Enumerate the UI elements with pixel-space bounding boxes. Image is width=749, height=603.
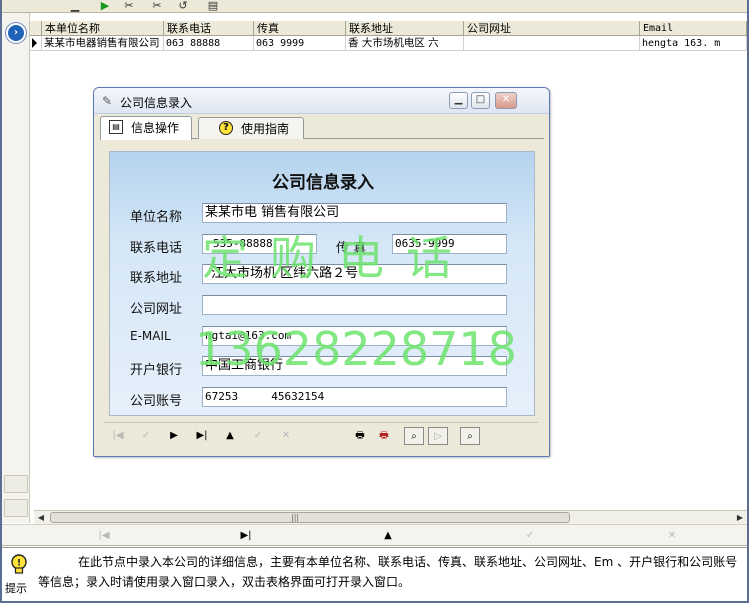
column-header-phone[interactable]: 联系电话 <box>164 21 254 36</box>
label-address: 联系地址 <box>130 271 183 286</box>
scroll-left-icon[interactable]: ◀ <box>34 512 48 524</box>
horizontal-scrollbar[interactable]: ◀ ||| ▶ <box>34 510 747 524</box>
watermark-phone-number: 13628228718 <box>195 322 517 376</box>
hint-bar: ! 提示 在此节点中录入本公司的详细信息，主要有本单位名称、联系电话、传真、联系… <box>2 547 747 601</box>
svg-text:!: ! <box>17 559 21 569</box>
website-field[interactable] <box>202 295 507 315</box>
column-header-email[interactable]: Email <box>640 21 747 36</box>
tab-user-guide[interactable]: ? 使用指南 <box>198 117 304 139</box>
row-pointer-icon <box>32 38 37 48</box>
cell-name[interactable]: 某某市电器销售有限公司 <box>42 36 164 51</box>
play-icon[interactable]: ▶ <box>98 0 112 12</box>
close-button[interactable]: ✕ <box>495 92 517 109</box>
last-record-icon[interactable]: ▶| <box>192 427 212 445</box>
hint-text: 在此节点中录入本公司的详细信息，主要有本单位名称、联系电话、传真、联系地址、公司… <box>38 555 738 589</box>
cell-website[interactable] <box>464 36 640 51</box>
play-icon[interactable]: ▷ <box>428 427 448 445</box>
main-toolbar: ▁ ▶ ✂ ✂ ↺ ▤ <box>2 0 747 13</box>
record-navigator: |◀ ▶| ▲ ✓ ✕ <box>2 524 747 546</box>
dialog-navigator: |◀ ✓ ▶ ▶| ▲ ✓ ✕ 🖶 🖶 ⌕ ▷ ⌕ <box>104 422 538 448</box>
row-indicator <box>30 36 42 51</box>
left-slot-2[interactable] <box>4 499 28 517</box>
form-title: 公司信息录入 <box>272 173 374 193</box>
hint-label: 提示 <box>5 582 27 595</box>
edit-record-icon[interactable]: ✓ <box>520 528 540 544</box>
expand-icon[interactable]: › <box>6 23 26 43</box>
toolbar-separator-icon: ▁ <box>70 0 80 12</box>
label-company-name: 单位名称 <box>130 210 183 225</box>
label-account: 公司账号 <box>130 394 183 409</box>
lightbulb-icon: ! <box>11 554 27 574</box>
left-slot-1[interactable] <box>4 475 28 493</box>
first-record-icon[interactable]: |◀ <box>108 427 128 445</box>
watermark-phone-label: 定购电话 <box>202 231 474 285</box>
insert-record-icon[interactable]: ▲ <box>378 528 398 544</box>
first-record-icon[interactable]: |◀ <box>94 528 114 544</box>
dialog-title-bar[interactable]: ✎ 公司信息录入 ▁ □ ✕ <box>94 88 549 114</box>
tools-icon[interactable]: ✂ <box>122 0 136 12</box>
cut-icon[interactable]: ✂ <box>150 0 164 12</box>
dialog-title: 公司信息录入 <box>120 96 193 110</box>
cancel-record-icon[interactable]: ✕ <box>276 427 296 445</box>
cell-email[interactable]: hengta 163. m <box>640 36 747 51</box>
company-name-field[interactable]: 某某市电 销售有限公司 <box>202 203 507 223</box>
print-icon[interactable]: ▤ <box>206 0 220 12</box>
left-panel: › <box>2 13 30 523</box>
maximize-button[interactable]: □ <box>471 92 490 109</box>
label-website: 公司网址 <box>130 302 183 317</box>
minimize-button[interactable]: ▁ <box>449 92 468 109</box>
label-bank: 开户银行 <box>130 363 183 378</box>
column-header-website[interactable]: 公司网址 <box>464 21 640 36</box>
cell-phone[interactable]: 063 88888 <box>164 36 254 51</box>
help-icon: ? <box>219 121 233 135</box>
column-header-address[interactable]: 联系地址 <box>346 21 464 36</box>
label-email: E-MAIL <box>130 329 171 343</box>
column-header-fax[interactable]: 传真 <box>254 21 346 36</box>
insert-record-icon[interactable]: ▲ <box>220 427 240 445</box>
book-icon: ▤ <box>109 120 123 134</box>
scroll-right-icon[interactable]: ▶ <box>733 512 747 524</box>
label-phone: 联系电话 <box>130 241 183 256</box>
last-record-icon[interactable]: ▶| <box>236 528 256 544</box>
column-header-name[interactable]: 本单位名称 <box>42 21 164 36</box>
print-icon[interactable]: 🖶 <box>350 427 370 445</box>
tab-label: 使用指南 <box>241 122 290 136</box>
next-record-icon[interactable]: ▶ <box>164 427 184 445</box>
prior-record-icon[interactable]: ✓ <box>136 427 156 445</box>
zoom-icon[interactable]: ⌕ <box>460 427 480 445</box>
tools-icon: ✎ <box>102 94 113 108</box>
search-icon[interactable]: ⌕ <box>404 427 424 445</box>
undo-icon[interactable]: ↺ <box>176 0 190 12</box>
grip-icon: ||| <box>291 513 300 522</box>
cell-fax[interactable]: 063 9999 <box>254 36 346 51</box>
grid-indicator-header <box>30 21 42 36</box>
scrollbar-thumb[interactable]: ||| <box>50 512 570 523</box>
print-preview-icon[interactable]: 🖶 <box>374 427 394 445</box>
grid-header: 本单位名称 联系电话 传真 联系地址 公司网址 Email <box>30 21 747 36</box>
cell-address[interactable]: 香 大市场机电区 六 <box>346 36 464 51</box>
cancel-record-icon[interactable]: ✕ <box>662 528 682 544</box>
tab-info-operation[interactable]: ▤ 信息操作 <box>100 116 192 140</box>
account-field[interactable]: 67253 45632154 <box>202 387 507 407</box>
table-row[interactable]: 某某市电器销售有限公司 063 88888 063 9999 香 大市场机电区 … <box>30 36 747 51</box>
post-record-icon[interactable]: ✓ <box>248 427 268 445</box>
dialog-tabs: ▤ 信息操作 ? 使用指南 <box>100 116 544 140</box>
tab-label: 信息操作 <box>131 121 180 135</box>
